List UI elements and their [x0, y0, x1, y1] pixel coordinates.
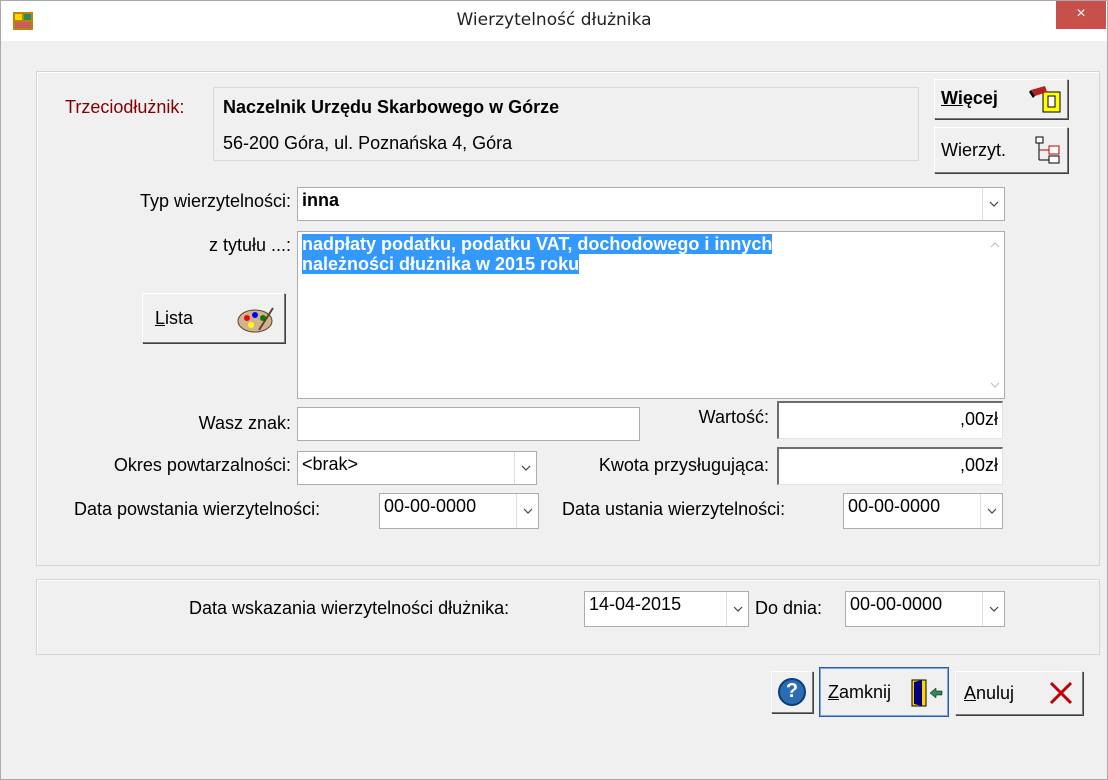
- until-label: Do dnia:: [755, 598, 823, 618]
- chevron-down-icon[interactable]: [726, 592, 748, 626]
- chevron-down-icon[interactable]: [982, 592, 1004, 626]
- due-amount-input[interactable]: ,00zł: [777, 447, 1003, 485]
- debtor-name: Naczelnik Urzędu Skarbowego w Górze: [223, 97, 560, 117]
- more-button-label-pre: W: [941, 88, 958, 108]
- debtor-address: 56-200 Góra, ul. Poznańska 4, Góra: [223, 133, 513, 153]
- claim-type-label: Typ wierzytelności:: [139, 191, 291, 211]
- dialog-body: Trzeciodłużnik: Naczelnik Urzędu Skarbow…: [9, 41, 1101, 773]
- chevron-down-icon[interactable]: [516, 494, 538, 528]
- list-button[interactable]: Lista: [142, 293, 285, 343]
- debtor-label: Trzeciodłużnik:: [65, 97, 185, 117]
- claims-button[interactable]: Wierzyt.: [934, 127, 1068, 173]
- claim-type-select[interactable]: inna: [297, 187, 1005, 221]
- more-button-label-post: ęcej: [962, 88, 998, 108]
- help-button[interactable]: ?: [771, 671, 813, 713]
- textarea-scrollbar[interactable]: [986, 232, 1004, 398]
- scroll-down-icon[interactable]: [990, 382, 1000, 388]
- created-date-picker[interactable]: 00-00-0000: [379, 493, 539, 529]
- until-value: 00-00-0000: [850, 594, 943, 614]
- period-select[interactable]: <brak>: [297, 451, 537, 485]
- indication-date-value: 14-04-2015: [589, 594, 682, 614]
- cancel-button[interactable]: Anuluj: [955, 671, 1083, 715]
- indication-date-label: Data wskazania wierzytelności dłużnika:: [189, 598, 510, 618]
- window-title: Wierzytelność dłużnika: [456, 10, 652, 30]
- help-glyph: ?: [785, 680, 799, 702]
- period-value: <brak>: [302, 454, 359, 474]
- claims-button-label: Wierzyt.: [941, 140, 1006, 160]
- value-value: ,00zł: [959, 409, 998, 429]
- tree-icon: [1035, 136, 1060, 164]
- title-line-2: należności dłużnika w 2015 roku: [302, 254, 580, 274]
- expired-date-picker[interactable]: 00-00-0000: [843, 493, 1003, 529]
- due-amount-value: ,00zł: [959, 455, 998, 475]
- title-line-1: nadpłaty podatku, podatku VAT, dochodowe…: [302, 234, 773, 254]
- title-bar[interactable]: Wierzytelność dłużnika ×: [1, 1, 1107, 41]
- expired-label: Data ustania wierzytelności:: [562, 499, 786, 519]
- dialog-window: Wierzytelność dłużnika × Trzeciodłużnik:…: [0, 0, 1108, 780]
- your-ref-input[interactable]: [297, 407, 640, 441]
- claim-type-value: inna: [302, 190, 340, 210]
- your-ref-label: Wasz znak:: [198, 413, 291, 433]
- close-button[interactable]: Zamknij: [819, 667, 949, 717]
- until-date-picker[interactable]: 00-00-0000: [845, 591, 1005, 627]
- due-amount-label: Kwota przysługująca:: [598, 455, 769, 475]
- created-value: 00-00-0000: [384, 496, 477, 516]
- close-button-label-post: amknij: [839, 682, 892, 702]
- list-button-label-post: ista: [165, 308, 194, 328]
- created-label: Data powstania wierzytelności:: [74, 499, 321, 519]
- more-button[interactable]: Więcej: [934, 79, 1068, 119]
- scroll-up-icon[interactable]: [990, 242, 1000, 248]
- value-label: Wartość:: [698, 407, 769, 427]
- window-close-button[interactable]: ×: [1056, 1, 1106, 29]
- palette-icon: [237, 307, 274, 333]
- title-label: z tytułu ...:: [208, 235, 291, 255]
- chevron-down-icon[interactable]: [982, 188, 1004, 220]
- close-button-label-acc: Z: [828, 682, 839, 702]
- period-label: Okres powtarzalności:: [113, 455, 291, 475]
- cancel-x-icon: [1049, 681, 1073, 705]
- cancel-button-label-post: nuluj: [976, 683, 1015, 703]
- indication-date-picker[interactable]: 14-04-2015: [584, 591, 749, 627]
- key-icon: [1029, 86, 1061, 113]
- chevron-down-icon[interactable]: [980, 494, 1002, 528]
- value-input[interactable]: ,00zł: [777, 401, 1003, 439]
- list-button-label-acc: L: [155, 308, 166, 328]
- cancel-button-label-acc: A: [964, 683, 977, 703]
- chevron-down-icon[interactable]: [514, 452, 536, 484]
- expired-value: 00-00-0000: [848, 496, 941, 516]
- exit-door-icon: [911, 679, 943, 707]
- title-textarea[interactable]: nadpłaty podatku, podatku VAT, dochodowe…: [297, 231, 1005, 399]
